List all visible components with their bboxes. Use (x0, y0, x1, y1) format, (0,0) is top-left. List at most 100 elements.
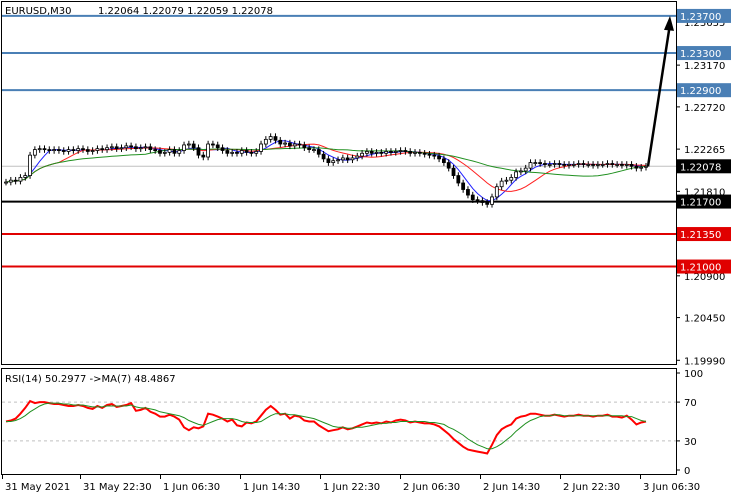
candle-body (81, 148, 85, 151)
candle-body (201, 154, 206, 158)
candle-body (417, 151, 422, 154)
candle-body (408, 151, 413, 154)
candle-body (52, 149, 57, 151)
candle-body (451, 167, 456, 176)
candle-body (365, 151, 369, 154)
candle-body (172, 149, 177, 154)
candle-body (129, 145, 134, 148)
candle-body (196, 147, 201, 156)
rsi-axis: 100 70 30 0 (676, 369, 703, 477)
candle-body (543, 163, 547, 165)
level-labels: 1.23700 1.23300 1.22900 1.21700 1.21350 1.210… (677, 8, 731, 274)
candle-body (509, 177, 514, 181)
candle-body (225, 150, 230, 154)
candle-body (100, 148, 105, 151)
time-tick-label: 31 May 2021 (5, 482, 70, 493)
candle-body (379, 151, 384, 154)
candle-body (57, 149, 61, 151)
candle-body (235, 151, 239, 154)
candle-body (624, 164, 629, 166)
level-label: 1.21350 (680, 230, 721, 241)
candle-body (239, 150, 244, 154)
candle-body (105, 147, 109, 150)
candle-body (206, 143, 211, 158)
time-tick-label: 2 Jun 22:30 (563, 482, 620, 493)
candle-body (47, 149, 52, 151)
candle-body (461, 182, 466, 190)
candle-body (432, 154, 437, 157)
candle-body (567, 164, 571, 166)
candle-body (302, 144, 307, 149)
candle-body (340, 157, 345, 161)
rsi-title: RSI(14) 50.2977 ->MA(7) 48.4867 (5, 374, 176, 385)
candle-body (605, 163, 610, 165)
candle-body (71, 149, 76, 151)
candle-body (514, 171, 518, 178)
candle-body (90, 150, 95, 152)
candle-body (288, 142, 292, 147)
candle-body (307, 147, 312, 150)
price-tick-label: 1.19990 (684, 356, 725, 367)
candle-body (138, 147, 143, 150)
candle-body (571, 164, 576, 166)
candle-body (66, 149, 71, 152)
candle-body (28, 154, 32, 176)
candle-body (441, 158, 446, 163)
candle-body (85, 149, 90, 152)
candle-body (485, 202, 490, 205)
candle-body (37, 148, 42, 151)
candle-body (76, 148, 81, 151)
candle-body (398, 150, 403, 152)
candle-body (32, 149, 37, 156)
time-tick-label: 1 Jun 14:30 (243, 482, 300, 493)
candle-body (446, 162, 451, 169)
price-tick-label: 1.20450 (684, 314, 725, 325)
price-axis: 1.236351.231701.227201.222651.218101.209… (676, 18, 725, 367)
candle-body (297, 143, 302, 146)
candle-body (292, 143, 297, 147)
candle-body (533, 162, 538, 164)
candle-body (167, 149, 172, 153)
candle-body (259, 143, 263, 152)
candle-body (591, 164, 595, 166)
candle-body (422, 152, 427, 155)
candle-body (538, 162, 543, 164)
candle-body (610, 163, 615, 165)
main-panel-frame (1, 1, 677, 365)
candle-body (360, 152, 364, 157)
candle-body (220, 147, 225, 151)
time-axis: 31 May 2021 31 May 22:30 1 Jun 06:30 1 Jun … (2, 475, 700, 493)
candle-body (634, 165, 639, 169)
candle-body (211, 143, 215, 146)
candle-body (644, 165, 648, 168)
time-tick-label: 2 Jun 06:30 (403, 482, 460, 493)
candle-body (273, 136, 278, 141)
candle-body (230, 151, 235, 154)
candle-body (278, 139, 283, 145)
candle-body (480, 200, 485, 203)
candle-body (504, 179, 509, 182)
chart-area: 1.236351.231701.227201.222651.218101.209… (1, 1, 731, 493)
candle-body (427, 153, 432, 156)
candle-body (143, 146, 148, 149)
candle-body (355, 155, 360, 159)
chart-symbol-title: EURUSD,M30 (5, 6, 71, 17)
candle-body (158, 150, 162, 154)
price-tick-label: 1.23170 (684, 61, 725, 72)
price-tick-label: 1.22720 (684, 103, 725, 114)
candle-body (413, 151, 417, 154)
candle-body (4, 181, 8, 184)
candle-body (95, 148, 100, 151)
rsi-tick-label: 100 (684, 369, 703, 380)
candle-body (615, 164, 620, 166)
time-tick-label: 1 Jun 22:30 (323, 482, 380, 493)
candle-body (586, 164, 591, 166)
candle-body (162, 151, 167, 154)
time-tick-label: 31 May 22:30 (83, 482, 152, 493)
candle-body (268, 136, 273, 140)
candle-body (13, 179, 18, 182)
candle-body (153, 149, 158, 151)
candle-body (620, 164, 624, 166)
candle-body (8, 179, 13, 183)
candle-body (600, 164, 605, 166)
